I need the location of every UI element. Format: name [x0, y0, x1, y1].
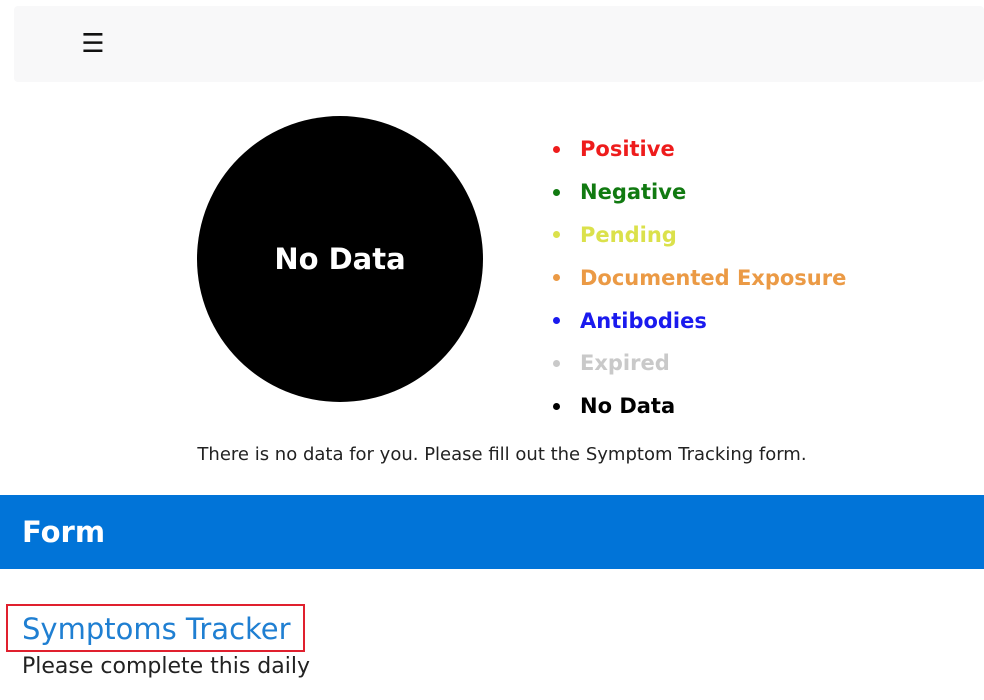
bullet-dot-icon — [553, 188, 560, 196]
legend-item-antibodies: Antibodies — [553, 299, 846, 342]
legend-item-negative: Negative — [553, 171, 846, 214]
status-legend: Positive Negative Pending Documented Exp… — [553, 128, 846, 428]
symptoms-tracker-link[interactable]: Symptoms Tracker — [6, 604, 305, 652]
legend-item-expired: Expired — [553, 342, 846, 385]
status-circle-label: No Data — [274, 242, 406, 276]
legend-item-pending: Pending — [553, 214, 846, 257]
legend-label: No Data — [580, 394, 676, 419]
hamburger-menu-icon[interactable]: ☰ — [78, 27, 108, 61]
symptoms-tracker-subtitle: Please complete this daily — [22, 654, 310, 679]
legend-label: Antibodies — [580, 308, 707, 333]
bullet-dot-icon — [553, 402, 560, 410]
status-circle: No Data — [197, 116, 483, 402]
legend-label: Negative — [580, 180, 687, 205]
bullet-dot-icon — [553, 145, 560, 153]
form-section-title: Form — [22, 515, 106, 549]
legend-item-positive: Positive — [553, 128, 846, 171]
legend-label: Pending — [580, 222, 677, 247]
legend-label: Documented Exposure — [580, 265, 847, 290]
bullet-dot-icon — [553, 231, 560, 239]
top-navbar: ☰ — [14, 6, 984, 82]
no-data-message: There is no data for you. Please fill ou… — [197, 444, 807, 465]
bullet-dot-icon — [553, 317, 560, 325]
legend-item-documented-exposure: Documented Exposure — [553, 256, 846, 299]
bullet-dot-icon — [553, 274, 560, 282]
form-section-header: Form — [0, 495, 984, 569]
legend-label: Expired — [580, 351, 670, 376]
legend-item-no-data: No Data — [553, 385, 846, 428]
bullet-dot-icon — [553, 359, 560, 367]
legend-label: Positive — [580, 137, 675, 162]
